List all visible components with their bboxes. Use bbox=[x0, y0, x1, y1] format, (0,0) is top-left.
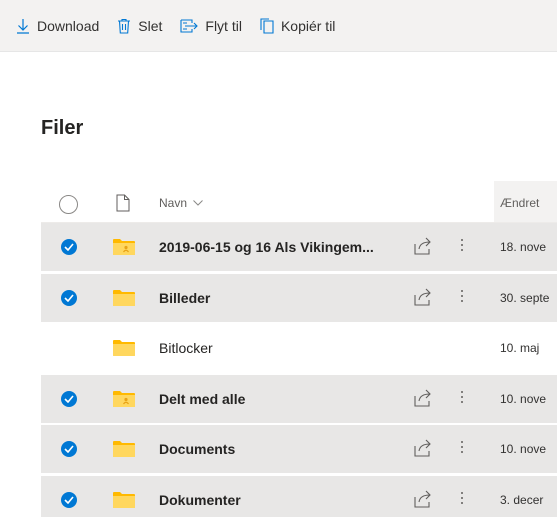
checkmark-icon bbox=[64, 496, 74, 504]
copy-to-button[interactable]: Kopiér til bbox=[256, 10, 339, 42]
download-label: Download bbox=[37, 17, 100, 34]
row-checkbox[interactable] bbox=[61, 290, 77, 306]
shared-folder-icon bbox=[113, 239, 135, 255]
column-modified-header[interactable]: Ændret bbox=[494, 181, 557, 222]
file-row[interactable]: Bitlocker 10. maj bbox=[41, 324, 557, 372]
modified-date: 10. maj bbox=[500, 341, 540, 355]
file-row[interactable]: Billeder 30. septe bbox=[41, 274, 557, 322]
file-type-icon bbox=[116, 194, 130, 212]
file-row[interactable]: Delt med alle 10. nove bbox=[41, 375, 557, 423]
checkmark-icon bbox=[64, 445, 74, 453]
trash-icon bbox=[118, 18, 131, 34]
command-bar: Download Slet Flyt til Kopiér til bbox=[0, 0, 557, 52]
share-icon[interactable] bbox=[414, 439, 432, 457]
share-icon[interactable] bbox=[414, 237, 432, 255]
more-options-icon[interactable] bbox=[458, 287, 466, 307]
file-row[interactable]: Documents 10. nove bbox=[41, 425, 557, 473]
file-name[interactable]: Billeder bbox=[159, 290, 210, 306]
modified-date: 18. nove bbox=[500, 240, 547, 254]
column-header: Navn Ændret bbox=[41, 181, 557, 223]
more-options-icon[interactable] bbox=[458, 489, 466, 509]
more-options-icon[interactable] bbox=[458, 388, 466, 408]
modified-date: 10. nove bbox=[500, 392, 547, 406]
page-title: Filer bbox=[41, 117, 84, 139]
file-name[interactable]: Documents bbox=[159, 441, 235, 457]
checkmark-icon bbox=[64, 395, 74, 403]
copy-icon bbox=[260, 17, 274, 34]
modified-date: 10. nove bbox=[500, 442, 547, 456]
share-icon[interactable] bbox=[414, 288, 432, 306]
folder-icon bbox=[113, 340, 135, 356]
checkmark-icon bbox=[64, 243, 74, 251]
folder-icon bbox=[113, 441, 135, 457]
file-name[interactable]: Dokumenter bbox=[159, 492, 241, 508]
download-button[interactable]: Download bbox=[12, 10, 103, 42]
row-checkbox[interactable] bbox=[61, 391, 77, 407]
move-icon bbox=[180, 18, 199, 33]
file-row[interactable]: 2019-06-15 og 16 Als Vikingem... 18. nove bbox=[41, 223, 557, 271]
more-options-icon[interactable] bbox=[458, 236, 466, 256]
row-checkbox[interactable] bbox=[61, 239, 77, 255]
delete-label: Slet bbox=[138, 17, 163, 34]
select-all-checkbox[interactable] bbox=[59, 195, 78, 214]
row-checkbox[interactable] bbox=[61, 441, 77, 457]
column-name-label: Navn bbox=[159, 196, 188, 210]
column-name-header[interactable]: Navn bbox=[159, 196, 203, 210]
file-name[interactable]: Delt med alle bbox=[159, 391, 245, 407]
share-icon[interactable] bbox=[414, 389, 432, 407]
move-to-label: Flyt til bbox=[205, 17, 242, 34]
file-name[interactable]: Bitlocker bbox=[159, 340, 213, 356]
copy-to-label: Kopiér til bbox=[280, 17, 336, 34]
share-icon[interactable] bbox=[414, 490, 432, 508]
checkmark-icon bbox=[64, 294, 74, 302]
file-name[interactable]: 2019-06-15 og 16 Als Vikingem... bbox=[159, 239, 374, 255]
more-options-icon[interactable] bbox=[458, 438, 466, 458]
delete-button[interactable]: Slet bbox=[113, 10, 166, 42]
row-checkbox[interactable] bbox=[61, 492, 77, 508]
download-icon bbox=[17, 18, 29, 34]
shared-folder-icon bbox=[113, 391, 135, 407]
folder-icon bbox=[113, 492, 135, 508]
file-row[interactable]: Dokumenter 3. decer bbox=[41, 476, 557, 517]
modified-date: 30. septe bbox=[500, 291, 550, 305]
column-modified-label: Ændret bbox=[500, 196, 540, 210]
modified-date: 3. decer bbox=[500, 493, 544, 507]
folder-icon bbox=[113, 290, 135, 306]
chevron-down-icon bbox=[193, 200, 203, 206]
move-to-button[interactable]: Flyt til bbox=[176, 10, 246, 42]
